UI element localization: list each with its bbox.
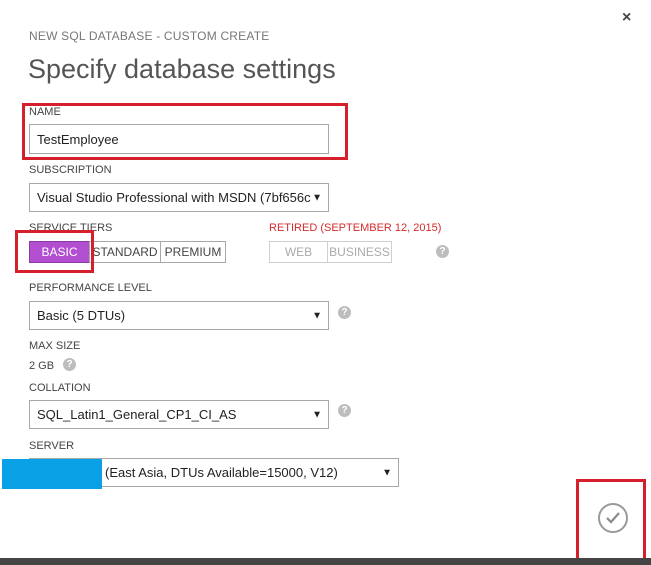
performance-level-value: Basic (5 DTUs): [37, 308, 126, 323]
subscription-label: SUBSCRIPTION: [29, 164, 112, 176]
dialog-subtitle: NEW SQL DATABASE - CUSTOM CREATE: [29, 29, 270, 43]
service-tiers-help-icon[interactable]: ?: [436, 245, 449, 258]
page-title: Specify database settings: [28, 54, 336, 84]
performance-help-icon[interactable]: ?: [338, 306, 351, 319]
server-value: (East Asia, DTUs Available=15000, V12): [105, 465, 338, 480]
chevron-down-icon: ▼: [312, 192, 322, 203]
server-label: SERVER: [29, 440, 75, 452]
performance-level-label: PERFORMANCE LEVEL: [29, 282, 152, 294]
name-highlight-box: [22, 103, 348, 160]
chevron-down-icon: ▼: [382, 467, 392, 478]
basic-tier-highlight-box: [15, 230, 94, 273]
chevron-down-icon: ▼: [312, 310, 322, 321]
subscription-select-value: Visual Studio Professional with MSDN (7b…: [37, 190, 311, 205]
bottom-bar: [0, 558, 651, 565]
tier-premium-button[interactable]: PREMIUM: [160, 241, 226, 263]
tier-standard-button[interactable]: STANDARD: [89, 241, 161, 263]
collation-select[interactable]: SQL_Latin1_General_CP1_CI_AS ▼: [29, 400, 329, 429]
tier-business-button: BUSINESS: [327, 241, 392, 263]
max-size-label: MAX SIZE: [29, 340, 81, 352]
collation-label: COLLATION: [29, 382, 91, 394]
collation-help-icon[interactable]: ?: [338, 404, 351, 417]
chevron-down-icon: ▼: [312, 409, 322, 420]
collation-value: SQL_Latin1_General_CP1_CI_AS: [37, 407, 237, 422]
subscription-select[interactable]: Visual Studio Professional with MSDN (7b…: [29, 183, 329, 212]
server-name-redaction: [2, 459, 102, 489]
performance-level-select[interactable]: Basic (5 DTUs) ▼: [29, 301, 329, 330]
max-size-help-icon[interactable]: ?: [63, 358, 76, 371]
max-size-value: 2 GB: [29, 360, 55, 372]
retired-label: RETIRED (SEPTEMBER 12, 2015): [269, 222, 442, 234]
tier-web-button: WEB: [269, 241, 328, 263]
close-icon[interactable]: ×: [622, 9, 631, 27]
check-icon[interactable]: [598, 503, 628, 533]
